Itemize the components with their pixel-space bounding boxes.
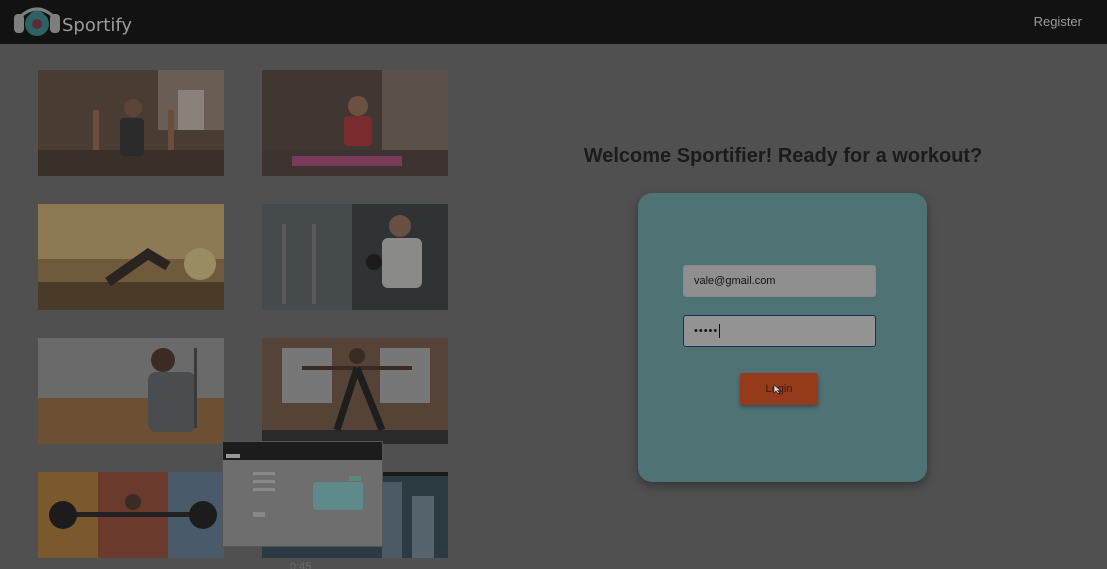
kettlebell-headphones-logo-icon[interactable] <box>12 5 62 39</box>
text-caret <box>719 324 721 339</box>
runner-field-image <box>38 338 224 444</box>
navbar: Sportify Register <box>0 0 1107 44</box>
outdoor-stretch-image <box>38 204 224 310</box>
register-link[interactable]: Register <box>1034 14 1082 29</box>
login-card: vale@gmail.com ••••• Login <box>638 193 927 482</box>
yoga-mat-plank-image <box>262 70 448 176</box>
mouse-pointer-icon <box>773 384 782 394</box>
weightlifting-mural-image <box>38 472 224 558</box>
welcome-heading: Welcome Sportifier! Ready for a workout? <box>583 145 983 167</box>
password-value: ••••• <box>694 325 719 337</box>
video-scrub-preview <box>222 441 383 547</box>
password-field[interactable]: ••••• <box>683 315 876 347</box>
gym-dumbbell-class-image <box>38 70 224 176</box>
gym-dumbbell-curl-image <box>262 204 448 310</box>
login-button[interactable]: Login <box>740 373 818 405</box>
video-time-label: 0:45 <box>290 561 312 569</box>
email-value: vale@gmail.com <box>694 275 776 287</box>
email-field[interactable]: vale@gmail.com <box>683 265 876 297</box>
yoga-warrior-pose-image <box>262 338 448 444</box>
brand-name: Sportify <box>62 15 132 36</box>
